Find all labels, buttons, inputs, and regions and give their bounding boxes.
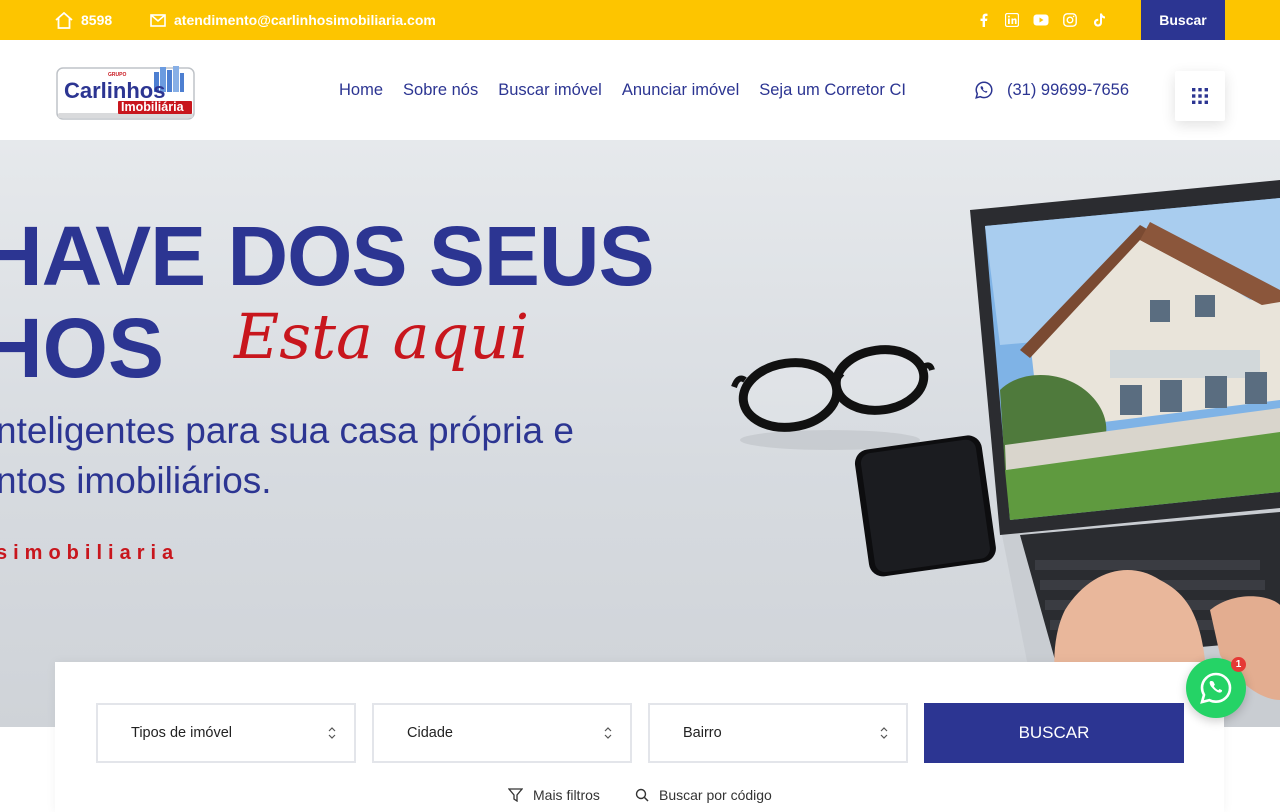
topbar-phone[interactable]: 8598 xyxy=(55,0,112,40)
hero-brand-handle: simobiliaria xyxy=(0,542,180,564)
search-by-code-label: Buscar por código xyxy=(659,787,772,803)
logo-line2: Imobiliária xyxy=(121,100,185,114)
instagram-icon[interactable] xyxy=(1062,12,1078,28)
search-submit-button[interactable]: BUSCAR xyxy=(924,703,1184,763)
city-select[interactable]: Cidade xyxy=(372,703,632,763)
sort-caret-icon xyxy=(328,727,336,739)
youtube-icon[interactable] xyxy=(1033,12,1049,28)
whatsapp-icon xyxy=(1200,672,1232,704)
property-type-select-label: Tipos de imóvel xyxy=(131,725,233,741)
mail-icon xyxy=(150,13,166,27)
topbar-search-button[interactable]: Buscar xyxy=(1141,0,1225,40)
nav-home[interactable]: Home xyxy=(339,81,383,100)
header-phone-text: (31) 99699-7656 xyxy=(1007,80,1130,99)
top-bar: 8598 atendimento@carlinhosimobiliaria.co… xyxy=(0,0,1280,40)
social-links xyxy=(975,0,1107,40)
whatsapp-notification-badge: 1 xyxy=(1231,657,1246,672)
property-search-card: Tipos de imóvel Cidade Bairro BUSCAR Mai… xyxy=(55,662,1224,812)
neighborhood-select[interactable]: Bairro xyxy=(648,703,908,763)
topbar-email[interactable]: atendimento@carlinhosimobiliaria.com xyxy=(150,0,436,40)
linkedin-icon[interactable] xyxy=(1004,12,1020,28)
sort-caret-icon xyxy=(604,727,612,739)
nav-buscar-imovel[interactable]: Buscar imóvel xyxy=(498,81,602,100)
sort-caret-icon xyxy=(880,727,888,739)
hero-subtitle-line1: nteligentes para sua casa própria e xyxy=(0,410,574,451)
hero-title-line2: HOS xyxy=(0,301,165,395)
more-filters-link[interactable]: Mais filtros xyxy=(508,787,600,803)
city-select-label: Cidade xyxy=(407,725,453,741)
menu-grid-button[interactable] xyxy=(1175,71,1225,121)
more-filters-label: Mais filtros xyxy=(533,787,600,803)
hero-subtitle-line2: ntos imobiliários. xyxy=(0,460,272,501)
neighborhood-select-label: Bairro xyxy=(683,725,722,741)
logo[interactable]: GRUPO Carlinhos Imobiliária xyxy=(56,64,196,121)
property-type-select[interactable]: Tipos de imóvel xyxy=(96,703,356,763)
home-icon xyxy=(55,11,73,29)
main-nav: Home Sobre nós Buscar imóvel Anunciar im… xyxy=(339,40,906,140)
hero-script-text: Esta aqui xyxy=(234,300,530,373)
nav-seja-corretor[interactable]: Seja um Corretor CI xyxy=(759,81,906,100)
topbar-phone-text: 8598 xyxy=(81,12,113,28)
nav-sobre-nos[interactable]: Sobre nós xyxy=(403,81,478,100)
topbar-email-text: atendimento@carlinhosimobiliaria.com xyxy=(174,12,436,28)
tiktok-icon[interactable] xyxy=(1091,12,1107,28)
grid-icon xyxy=(1192,88,1208,104)
hero-title-line1: HAVE DOS SEUS xyxy=(0,209,655,303)
whatsapp-icon xyxy=(975,81,993,99)
hero-banner: HAVE DOS SEUS HOS Esta aqui nteligentes … xyxy=(0,140,1280,727)
facebook-icon[interactable] xyxy=(975,12,991,28)
search-by-code-link[interactable]: Buscar por código xyxy=(635,787,772,803)
main-header: GRUPO Carlinhos Imobiliária Home Sobre n… xyxy=(0,40,1280,140)
nav-anunciar-imovel[interactable]: Anunciar imóvel xyxy=(622,81,739,100)
header-phone[interactable]: (31) 99699-7656 xyxy=(975,40,1129,140)
